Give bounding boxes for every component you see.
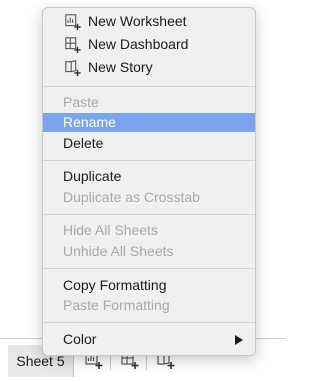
menu-item-duplicate[interactable]: Duplicate bbox=[43, 167, 255, 186]
menu-item-label: Paste bbox=[63, 94, 99, 110]
menu-item-delete[interactable]: Delete bbox=[43, 134, 255, 153]
menu-separator bbox=[43, 322, 255, 323]
menu-item-paste-formatting: Paste Formatting bbox=[43, 296, 255, 315]
menu-item-rename[interactable]: Rename bbox=[43, 113, 255, 132]
menu-item-copy-formatting[interactable]: Copy Formatting bbox=[43, 276, 255, 295]
menu-item-unhide-all-sheets: Unhide All Sheets bbox=[43, 242, 255, 261]
menu-item-label: Color bbox=[63, 331, 97, 347]
menu-separator bbox=[43, 86, 255, 87]
menu-item-label: New Story bbox=[88, 59, 153, 75]
menu-separator bbox=[43, 214, 255, 215]
submenu-arrow-icon bbox=[235, 335, 243, 345]
menu-item-label: Paste Formatting bbox=[63, 297, 170, 313]
new-dashboard-icon bbox=[64, 36, 82, 54]
menu-separator bbox=[43, 268, 255, 269]
menu-item-label: Delete bbox=[63, 135, 104, 151]
menu-item-label: Hide All Sheets bbox=[63, 222, 158, 238]
menu-item-label: Duplicate as Crosstab bbox=[63, 189, 200, 205]
menu-item-hide-all-sheets: Hide All Sheets bbox=[43, 221, 255, 240]
menu-item-label: New Worksheet bbox=[88, 13, 187, 29]
new-worksheet-icon bbox=[64, 13, 82, 31]
new-story-icon bbox=[64, 59, 82, 77]
menu-item-new-dashboard[interactable]: New Dashboard bbox=[43, 35, 255, 54]
menu-item-new-story[interactable]: New Story bbox=[43, 58, 255, 77]
menu-item-label: Duplicate bbox=[63, 168, 122, 184]
menu-item-duplicate-as-crosstab: Duplicate as Crosstab bbox=[43, 188, 255, 207]
menu-item-label: Unhide All Sheets bbox=[63, 243, 174, 259]
menu-item-label: Rename bbox=[63, 114, 116, 130]
menu-item-label: New Dashboard bbox=[88, 36, 189, 52]
context-menu: New Worksheet New Dashboard New Story Pa… bbox=[42, 7, 256, 356]
menu-item-label: Copy Formatting bbox=[63, 277, 167, 293]
menu-separator bbox=[43, 160, 255, 161]
menu-item-new-worksheet[interactable]: New Worksheet bbox=[43, 12, 255, 31]
menu-item-paste: Paste bbox=[43, 93, 255, 112]
menu-item-color[interactable]: Color bbox=[43, 330, 255, 349]
